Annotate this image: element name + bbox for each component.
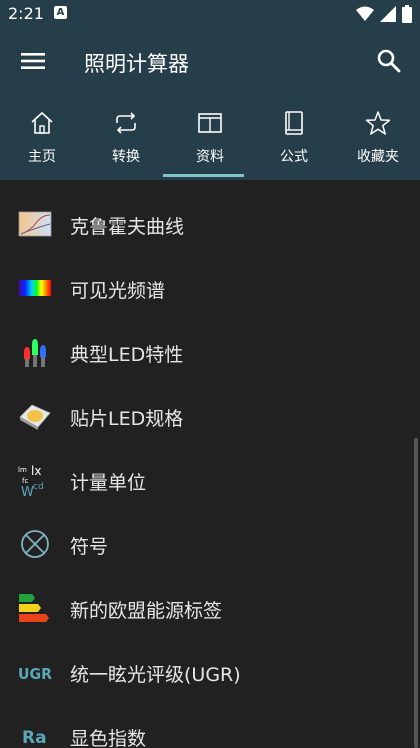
list-item-symbols[interactable]: 符号 xyxy=(0,512,420,576)
tab-convert[interactable]: 转换 xyxy=(84,106,168,180)
tab-formula[interactable]: 公式 xyxy=(252,106,336,180)
list-item-label: 贴片LED规格 xyxy=(70,408,184,430)
units-glyph-fc: fc xyxy=(22,477,28,485)
tab-label: 公式 xyxy=(280,149,308,165)
ugr-icon: UGR xyxy=(18,665,52,683)
list-item-label: 符号 xyxy=(70,536,109,558)
list-item-color-rendering[interactable]: Ra 显色指数 xyxy=(0,704,420,748)
list-item-eu-energy-label[interactable]: 新的欧盟能源标签 xyxy=(0,576,420,640)
tab-home[interactable]: 主页 xyxy=(0,106,84,180)
energy-label-icon xyxy=(19,594,49,622)
search-icon[interactable] xyxy=(376,48,402,74)
units-glyph-cd: cd xyxy=(33,482,44,492)
ra-glyph: Ra xyxy=(22,728,47,748)
circle-x-symbol-icon xyxy=(21,530,49,558)
ugr-glyph: UGR xyxy=(18,665,52,683)
scrollbar[interactable] xyxy=(414,438,418,748)
list-item-ugr[interactable]: UGR 统一眩光评级(UGR) xyxy=(0,640,420,704)
data-list: 克鲁霍夫曲线 可见光频谱 典型LED特性 贴片LED规格 lm lx fc W … xyxy=(0,180,420,748)
app-bar: 照明计算器 主页 转换 资料 公式 收藏夹 xyxy=(0,28,420,180)
convert-icon xyxy=(116,112,136,134)
led-icon xyxy=(24,339,46,367)
signal-icon xyxy=(380,6,396,22)
wifi-icon xyxy=(356,6,374,21)
smd-led-icon xyxy=(19,404,51,430)
tab-label: 收藏夹 xyxy=(357,149,399,165)
units-glyph-lm: lm xyxy=(18,466,27,474)
units-glyph-lx: lx xyxy=(31,464,41,478)
list-item-smd-led[interactable]: 贴片LED规格 xyxy=(0,384,420,448)
list-item-label: 新的欧盟能源标签 xyxy=(70,600,223,622)
menu-icon[interactable] xyxy=(20,48,46,74)
tab-data[interactable]: 资料 xyxy=(168,106,252,180)
book-icon xyxy=(285,111,303,135)
book-open-icon xyxy=(198,113,222,133)
list-item-label: 显色指数 xyxy=(70,728,147,748)
tab-label: 主页 xyxy=(28,149,56,165)
tab-favorites[interactable]: 收藏夹 xyxy=(336,106,420,180)
list-item-label: 可见光频谱 xyxy=(70,280,166,302)
tab-label: 转换 xyxy=(112,149,140,165)
tab-label: 资料 xyxy=(196,149,224,165)
status-bar: 2:21 A xyxy=(0,0,420,28)
app-title: 照明计算器 xyxy=(84,52,189,76)
battery-icon xyxy=(402,5,412,23)
list-item-kruithof[interactable]: 克鲁霍夫曲线 xyxy=(0,192,420,256)
list-item-spectrum[interactable]: 可见光频谱 xyxy=(0,256,420,320)
spectrum-icon xyxy=(19,280,51,296)
ra-icon: Ra xyxy=(22,728,47,748)
home-icon xyxy=(31,111,53,134)
status-icons xyxy=(356,5,412,23)
list-item-led-characteristics[interactable]: 典型LED特性 xyxy=(0,320,420,384)
kruithof-curve-icon xyxy=(18,211,52,237)
tab-bar: 主页 转换 资料 公式 收藏夹 xyxy=(0,106,420,180)
tab-indicator xyxy=(163,174,244,177)
notification-icon: A xyxy=(54,6,67,19)
list-item-label: 计量单位 xyxy=(70,472,147,494)
status-time: 2:21 xyxy=(8,4,44,23)
list-item-units[interactable]: lm lx fc W cd 计量单位 xyxy=(0,448,420,512)
units-icon: lm lx fc W cd xyxy=(18,464,44,497)
star-icon xyxy=(365,111,391,135)
list-item-label: 克鲁霍夫曲线 xyxy=(70,216,185,238)
list-item-label: 统一眩光评级(UGR) xyxy=(70,664,241,686)
list-item-label: 典型LED特性 xyxy=(70,344,184,366)
